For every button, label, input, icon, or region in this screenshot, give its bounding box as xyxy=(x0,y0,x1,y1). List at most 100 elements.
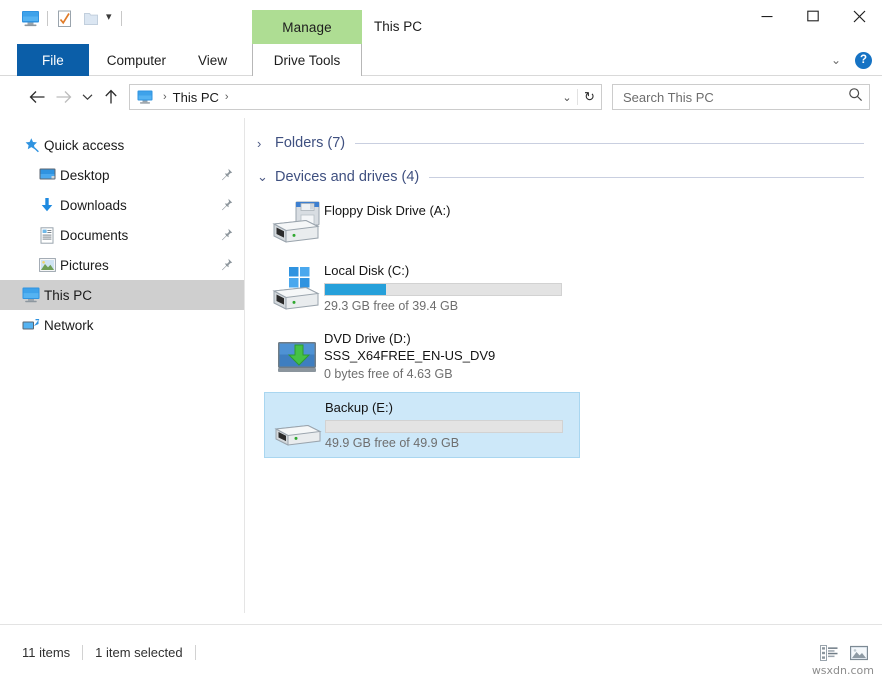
toolbar-divider xyxy=(47,11,48,26)
address-bar-right: ⌄ ↻ xyxy=(557,89,601,105)
drive-tile-local-disk-c[interactable]: Local Disk (C:) 29.3 GB free of 39.4 GB xyxy=(264,256,580,320)
pin-icon[interactable] xyxy=(220,228,234,242)
search-box[interactable] xyxy=(612,84,870,110)
sidebar-item-downloads[interactable]: Downloads xyxy=(0,190,244,220)
chevron-down-icon[interactable]: ⌄ xyxy=(257,169,275,185)
ribbon-controls: ⌄ ? xyxy=(827,44,872,76)
drive-free-space: 29.3 GB free of 39.4 GB xyxy=(324,298,576,315)
sidebar-item-network[interactable]: Network xyxy=(0,310,244,340)
breadcrumb-separator-trailing[interactable]: › xyxy=(219,91,235,103)
address-bar[interactable]: › This PC › ⌄ ↻ xyxy=(129,84,602,110)
tab-drive-tools[interactable]: Drive Tools xyxy=(252,44,362,76)
drive-tile-backup-e[interactable]: Backup (E:) 49.9 GB free of 49.9 GB xyxy=(264,392,580,458)
back-button[interactable] xyxy=(24,84,50,110)
chevron-down-icon[interactable]: ⌄ xyxy=(827,53,845,67)
close-button[interactable] xyxy=(836,0,882,32)
sidebar-item-documents[interactable]: Documents xyxy=(0,220,244,250)
drive-info: Local Disk (C:) 29.3 GB free of 39.4 GB xyxy=(324,261,576,315)
help-icon[interactable]: ? xyxy=(855,52,872,69)
sidebar-item-label: Quick access xyxy=(44,138,124,153)
network-icon xyxy=(22,316,40,334)
navigation-pane: Quick access Desktop xyxy=(0,118,245,613)
minimize-button[interactable] xyxy=(744,0,790,32)
quick-access-toolbar: ▾ xyxy=(0,0,126,30)
toolbar-divider-2 xyxy=(121,11,122,26)
floppy-drive-icon xyxy=(270,201,324,247)
title-bar: ▾ Manage This PC xyxy=(0,0,882,44)
tab-file[interactable]: File xyxy=(17,44,89,76)
new-folder-icon[interactable] xyxy=(78,7,104,31)
drive-name: DVD Drive (D:) xyxy=(324,330,576,347)
drive-name: Local Disk (C:) xyxy=(324,262,576,279)
group-title: Folders (7) xyxy=(275,135,345,151)
chevron-right-icon[interactable]: › xyxy=(257,136,275,151)
group-title: Devices and drives (4) xyxy=(275,169,419,185)
window-title: This PC xyxy=(374,19,422,34)
forward-button[interactable] xyxy=(50,84,76,110)
ribbon-tab-strip: File Computer View Drive Tools ⌄ ? xyxy=(0,44,882,76)
group-header-devices-and-drives[interactable]: ⌄ Devices and drives (4) xyxy=(245,162,882,192)
documents-icon xyxy=(38,226,56,244)
sidebar-item-label: Documents xyxy=(60,228,128,243)
windows-drive-icon xyxy=(270,261,324,315)
explorer-body: Quick access Desktop xyxy=(0,118,882,613)
search-icon[interactable] xyxy=(848,87,863,107)
group-header-folders[interactable]: › Folders (7) xyxy=(245,128,882,158)
properties-icon[interactable] xyxy=(52,7,78,31)
customize-toolbar-caret[interactable]: ▾ xyxy=(104,12,117,26)
this-pc-icon xyxy=(137,89,153,105)
tab-view[interactable]: View xyxy=(182,44,243,76)
up-button[interactable] xyxy=(98,84,124,110)
status-divider-2 xyxy=(195,645,196,660)
sidebar-item-label: Desktop xyxy=(60,168,110,183)
desktop-icon xyxy=(38,166,56,184)
sidebar-item-pictures[interactable]: Pictures xyxy=(0,250,244,280)
recent-locations-button[interactable] xyxy=(76,84,98,110)
view-mode-buttons xyxy=(818,643,870,663)
this-pc-icon xyxy=(22,286,40,304)
search-input[interactable] xyxy=(623,90,848,105)
sidebar-item-label: This PC xyxy=(44,288,92,303)
drive-info: DVD Drive (D:) SSS_X64FREE_EN-US_DV9 0 b… xyxy=(324,329,576,383)
pin-icon[interactable] xyxy=(220,198,234,212)
maximize-button[interactable] xyxy=(790,0,836,32)
file-explorer-window: ▾ Manage This PC File Computer View Driv… xyxy=(0,0,882,680)
drive-info: Floppy Disk Drive (A:) xyxy=(324,201,576,247)
sidebar-item-desktop[interactable]: Desktop xyxy=(0,160,244,190)
chevron-down-icon[interactable]: ⌄ xyxy=(557,91,577,104)
window-controls xyxy=(744,0,882,32)
refresh-icon[interactable]: ↻ xyxy=(577,89,601,105)
status-selection-count: 1 item selected xyxy=(95,645,194,660)
group-divider xyxy=(429,177,864,178)
status-bar: 11 items 1 item selected xyxy=(0,624,882,680)
breadcrumb-this-pc[interactable]: This PC xyxy=(173,90,219,105)
drive-tile-list: Floppy Disk Drive (A:) xyxy=(245,192,882,458)
dvd-drive-icon xyxy=(270,329,324,383)
large-icons-view-button[interactable] xyxy=(848,643,870,663)
drive-tile-dvd-d[interactable]: DVD Drive (D:) SSS_X64FREE_EN-US_DV9 0 b… xyxy=(264,324,580,388)
sidebar-item-this-pc[interactable]: This PC xyxy=(0,280,244,310)
pin-icon[interactable] xyxy=(220,258,234,272)
breadcrumb-separator-root[interactable]: › xyxy=(157,91,173,103)
contextual-group-label: Manage xyxy=(282,20,331,35)
downloads-icon xyxy=(38,196,56,214)
sidebar-item-quick-access[interactable]: Quick access xyxy=(0,130,244,160)
sidebar-item-label: Downloads xyxy=(60,198,127,213)
external-drive-icon xyxy=(271,398,325,452)
details-view-button[interactable] xyxy=(818,643,840,663)
drive-name: Floppy Disk Drive (A:) xyxy=(324,202,576,219)
status-divider xyxy=(82,645,83,660)
sidebar-item-label: Pictures xyxy=(60,258,109,273)
address-bar-row: › This PC › ⌄ ↻ xyxy=(0,76,882,118)
this-pc-icon[interactable] xyxy=(17,7,43,31)
drive-free-space: 0 bytes free of 4.63 GB xyxy=(324,366,576,383)
drive-volume-label: SSS_X64FREE_EN-US_DV9 xyxy=(324,347,576,364)
drive-name: Backup (E:) xyxy=(325,399,575,416)
star-pin-icon xyxy=(22,136,40,154)
tab-computer[interactable]: Computer xyxy=(91,44,182,76)
pin-icon[interactable] xyxy=(220,168,234,182)
drive-info: Backup (E:) 49.9 GB free of 49.9 GB xyxy=(325,398,575,452)
pictures-icon xyxy=(38,256,56,274)
drive-usage-fill xyxy=(325,284,386,295)
drive-tile-floppy-a[interactable]: Floppy Disk Drive (A:) xyxy=(264,196,580,252)
